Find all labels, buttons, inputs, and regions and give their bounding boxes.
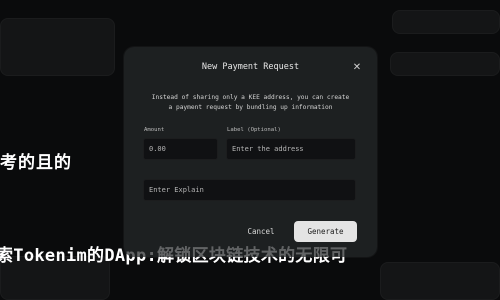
amount-input[interactable]: 0.00 [143,138,218,160]
message-input[interactable]: Enter Explain [143,179,356,201]
background-panel [380,262,500,300]
description-line: Instead of sharing only a KEE address, y… [151,94,350,101]
generate-button[interactable]: Generate [294,221,357,242]
label-field-label: Label (Optional) [227,127,281,133]
background-panel [392,10,500,34]
label-input[interactable]: Enter the address [226,138,356,160]
close-icon[interactable]: ✕ [350,61,364,75]
background-panel [0,18,115,76]
payment-request-dialog: New Payment Request ✕ Instead of sharing… [124,47,377,257]
background-panel [390,52,500,76]
app-screen: 考的且的 索Tokenim的DApp:解锁区块链技术的无限可 New Payme… [0,0,500,300]
background-heading: 考的且的 [0,153,72,173]
cancel-button[interactable]: Cancel [236,221,286,242]
dialog-title: New Payment Request [201,62,300,72]
amount-label: Amount [144,127,165,133]
description-line: a payment request by bundling up informa… [168,103,333,111]
dialog-description: Instead of sharing only a KEE address, y… [124,93,377,112]
